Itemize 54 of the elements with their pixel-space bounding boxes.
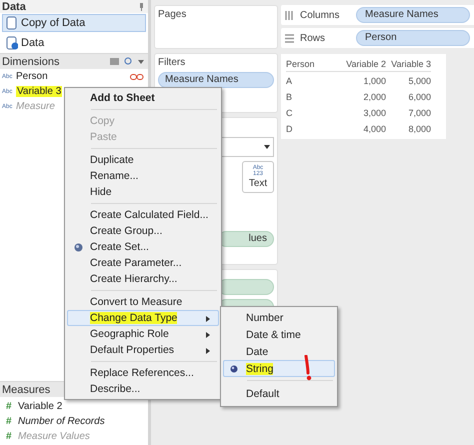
menu-item[interactable]: Replace References... — [67, 365, 219, 381]
menu-item[interactable]: Hide — [67, 184, 219, 200]
table-cell-text: 4,000 — [362, 123, 386, 136]
table-cell-text: 5,000 — [407, 75, 431, 88]
pane-title: Data — [2, 0, 26, 12]
type-tag: # — [6, 401, 17, 412]
card-title: Filters — [158, 57, 186, 68]
table-cell-text: 3,000 — [362, 107, 386, 120]
menu-item[interactable]: String — [223, 360, 335, 377]
shelf-label: Rows — [300, 32, 326, 44]
menu-item[interactable]: Default — [223, 384, 335, 404]
shelf-pill[interactable]: Person — [356, 30, 470, 46]
column-header: Variable 2 — [338, 57, 386, 72]
field-name[interactable]: Variable 2 — [18, 401, 62, 412]
menu-item[interactable]: Duplicate — [67, 152, 219, 168]
table-cell-text: 8,000 — [407, 123, 431, 136]
table-cell-text: C — [286, 107, 294, 120]
menu-item[interactable]: Change Data Type — [67, 310, 219, 326]
shelf-pill[interactable]: Measure Names — [356, 7, 470, 23]
section-title: Dimensions — [2, 56, 60, 68]
card-title: Pages — [158, 9, 188, 20]
table-cell-text: 1,000 — [362, 75, 386, 88]
menu-item[interactable]: Date — [223, 343, 335, 360]
field-name[interactable]: Number of Records — [18, 416, 105, 427]
menu-item[interactable]: Convert to Measure — [67, 294, 219, 310]
field-name[interactable]: Variable 3 — [16, 86, 62, 97]
menu-item[interactable]: Describe... — [67, 381, 219, 397]
menu-item[interactable]: Default Properties — [67, 342, 219, 358]
data-source[interactable]: Data — [2, 34, 146, 52]
table-cell-text: B — [286, 91, 294, 104]
menu-item[interactable]: Number — [223, 309, 335, 326]
table-cell-text: 6,000 — [407, 91, 431, 104]
table-cell-text: D — [286, 123, 294, 136]
data-source[interactable]: Copy of Data — [2, 14, 146, 32]
type-tag: # — [6, 431, 17, 442]
shelf-label: Columns — [300, 10, 340, 20]
menu-item[interactable]: Add to Sheet — [67, 90, 219, 106]
menu-item[interactable]: Rename... — [67, 168, 219, 184]
menu-item[interactable]: Geographic Role — [67, 326, 219, 342]
menu-item[interactable]: Create Calculated Field... — [67, 207, 219, 223]
type-tag: # — [6, 416, 17, 427]
filter-pill[interactable]: Measure Names — [158, 72, 274, 88]
menu-item[interactable]: Create Group... — [67, 223, 219, 239]
menu-item[interactable]: Create Set... — [67, 239, 219, 255]
menu-item[interactable]: Create Parameter... — [67, 255, 219, 271]
column-header: Person — [286, 57, 338, 72]
section-title: Measures — [2, 384, 50, 396]
table-cell-text: 2,000 — [362, 91, 386, 104]
table-cell-text: 7,000 — [407, 107, 431, 120]
menu-item[interactable]: Date & time — [223, 326, 335, 343]
field-name[interactable]: Person — [16, 71, 48, 82]
table-cell-text: A — [286, 75, 294, 88]
column-header: Variable 3 — [386, 57, 431, 72]
menu-item[interactable]: Create Hierarchy... — [67, 271, 219, 287]
